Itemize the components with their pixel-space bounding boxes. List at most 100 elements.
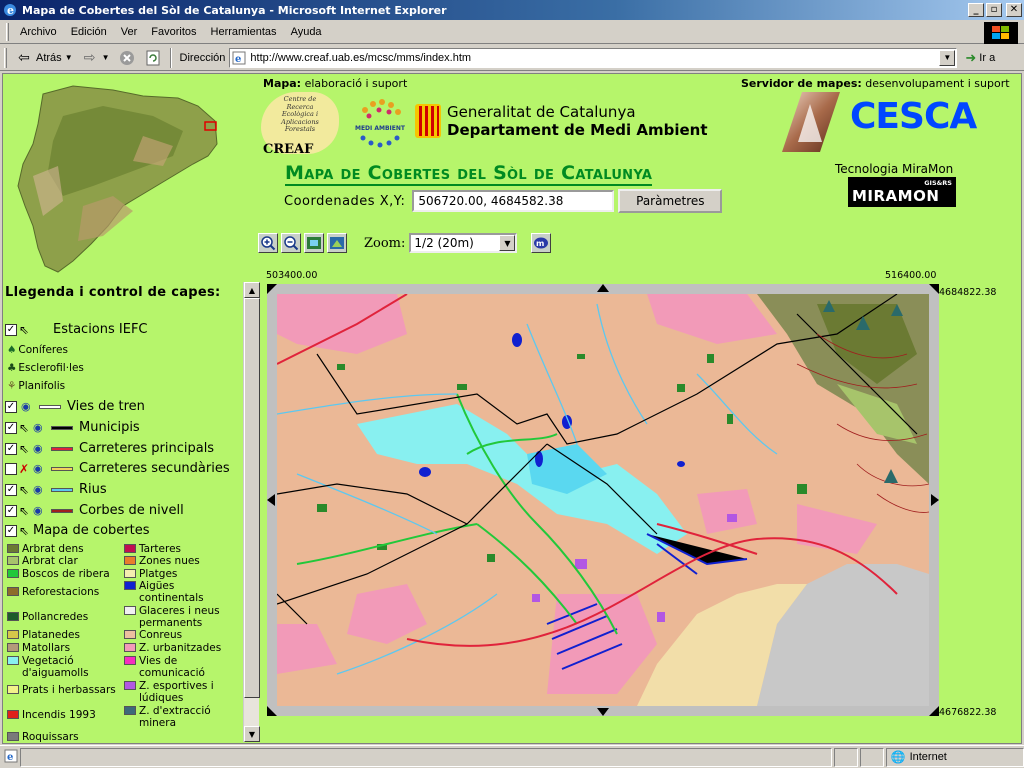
title-bar: e Mapa de Cobertes del Sòl de Catalunya … [0,0,1024,20]
close-button[interactable]: ✕ [1006,3,1022,17]
refresh-button[interactable] [140,47,166,69]
chevron-down-icon[interactable]: ▼ [499,235,516,251]
view-previous-button[interactable] [304,233,324,253]
coordinates-input[interactable]: 506720.00, 4684582.38 [412,190,615,212]
maximize-button[interactable]: ▫ [986,3,1002,17]
cover-platges: Platges [124,568,177,580]
layer-checkbox[interactable]: ✓ [5,400,17,413]
conifer-icon: ♠ [7,344,17,356]
parameters-button[interactable]: Paràmetres [618,189,723,213]
map-viewer[interactable] [267,284,939,716]
forward-dropdown-icon[interactable]: ▼ [102,53,110,62]
pan-northwest-icon [267,284,277,294]
legend-scrollbar[interactable]: ▲ ▼ [243,282,260,742]
url-field[interactable]: http://www.creaf.uab.es/mcsc/mms/index.h… [250,52,939,64]
navigation-toolbar: ⇦ Atrás ▼ ⇨ ▼ Dirección e http://www.cre… [0,45,1024,71]
status-message [20,747,833,767]
layer-checkbox[interactable]: ✓ [5,504,17,517]
layer-checkbox[interactable]: ✓ [5,323,17,336]
layer-estacions-iefc: ✓ ⇖ Estacions IEFC [5,322,148,337]
view-full-button[interactable] [327,233,347,253]
line-swatch [51,487,73,492]
generalitat-logo[interactable]: Generalitat de Catalunya Departament de … [413,102,708,143]
go-button[interactable]: ➜ Ir a [965,50,995,66]
zoom-toolbar: Zoom: 1/2 (20m) ▼ m [258,233,554,253]
minimize-button[interactable]: _ [968,3,984,17]
miramon-layer-icon[interactable]: ◉ [33,421,49,434]
cover-conreus: Conreus [124,629,182,641]
zoom-select[interactable]: 1/2 (20m) ▼ [409,233,518,253]
stop-button[interactable] [114,47,140,69]
menu-edicion[interactable]: Edición [64,26,114,38]
miramon-gis-label: GIS&RS [924,179,952,187]
cover-vegetacio-aiguamolls: Vegetació d'aiguamolls [7,655,117,679]
layer-carreteres-secundaries: ✗ ◉ Carreteres secundàries [5,461,230,476]
status-lock-cell [834,747,858,767]
miramon-logo[interactable]: GIS&RS MIRAMON [848,177,956,207]
address-dropdown-icon[interactable]: ▼ [939,49,956,66]
miramon-layer-icon[interactable]: ◉ [33,504,49,517]
land-cover-map[interactable] [277,294,929,706]
back-button[interactable]: ⇦ Atrás ▼ [11,47,77,69]
scroll-thumb[interactable] [244,298,260,698]
query-pointer-icon[interactable]: ⇖ [19,504,31,518]
query-pointer-disabled-icon[interactable]: ✗ [19,462,31,476]
map-credit-value: elaboració i suport [304,77,408,90]
map-ymin-label: 4676822.38 [939,707,997,718]
zoom-out-button[interactable] [281,233,301,253]
view-full-icon [330,237,344,249]
miramon-layer-icon[interactable]: ◉ [21,400,37,413]
medi-ambient-logo[interactable]: MEDI AMBIENT [349,96,411,152]
layer-checkbox[interactable] [5,462,17,475]
pan-north-icon [597,284,609,292]
creaf-subtitle: Centre de Recerca Ecològica i Aplicacion… [281,95,319,133]
cesca-label: CESCA [850,96,977,137]
query-pointer-icon[interactable]: ⇖ [19,483,31,497]
status-cell [859,747,884,767]
menu-archivo[interactable]: Archivo [13,26,64,38]
back-dropdown-icon[interactable]: ▼ [65,53,73,62]
menu-favoritos[interactable]: Favoritos [144,26,203,38]
layer-vies-de-tren: ✓ ◉ Vies de tren [5,399,145,414]
cover-pollancredes: Pollancredes [7,611,88,623]
sclerophyll-icon: ♣ [7,362,17,374]
miramon-layer-icon[interactable]: ◉ [33,442,49,455]
query-pointer-icon[interactable]: ⇖ [19,524,31,538]
miramon-layer-icon[interactable]: ◉ [33,483,49,496]
address-bar[interactable]: e http://www.creaf.uab.es/mcsc/mms/index… [229,47,958,68]
cover-arbrat-dens: Arbrat dens [7,543,84,555]
catalonia-overview-map[interactable] [3,76,233,276]
internet-globe-icon: 🌐 [890,750,906,764]
map-credit: Mapa: elaboració i suport [263,77,407,90]
legend-title: Llegenda i control de capes: [5,285,221,300]
forward-button[interactable]: ⇨ ▼ [77,47,114,69]
layer-label: Rius [79,482,107,497]
zoom-in-button[interactable] [258,233,278,253]
layer-checkbox[interactable]: ✓ [5,421,17,434]
address-label: Dirección [179,51,226,64]
pan-west-icon [267,494,275,506]
miramon-info-button[interactable]: m [531,233,552,253]
zoom-label: Zoom: [364,235,406,251]
security-zone[interactable]: 🌐 Internet [885,747,1024,767]
go-arrow-icon: ➜ [965,49,977,65]
cover-incendis-1993: Incendis 1993 [7,709,96,721]
query-pointer-icon[interactable]: ⇖ [19,442,31,456]
toolbar-grip [4,47,7,68]
scroll-down-icon[interactable]: ▼ [244,726,260,742]
layer-checkbox[interactable]: ✓ [5,483,17,496]
menu-ayuda[interactable]: Ayuda [284,26,329,38]
cover-zones-nues: Zones nues [124,555,200,567]
query-pointer-icon[interactable]: ⇖ [19,421,31,435]
layer-carreteres-principals: ✓ ⇖ ◉ Carreteres principals [5,441,214,456]
layer-checkbox[interactable]: ✓ [5,442,17,455]
menu-herramientas[interactable]: Herramientas [204,26,284,38]
layer-checkbox[interactable]: ✓ [5,524,17,537]
query-pointer-icon[interactable]: ⇖ [19,323,31,337]
menu-ver[interactable]: Ver [114,26,145,38]
scroll-up-icon[interactable]: ▲ [244,282,260,298]
cesca-logo[interactable]: CESCA [778,88,998,158]
page-status-icon: e [4,749,18,766]
miramon-layer-icon[interactable]: ◉ [33,462,49,475]
creaf-logo[interactable]: Centre de Recerca Ecològica i Aplicacion… [261,92,341,160]
